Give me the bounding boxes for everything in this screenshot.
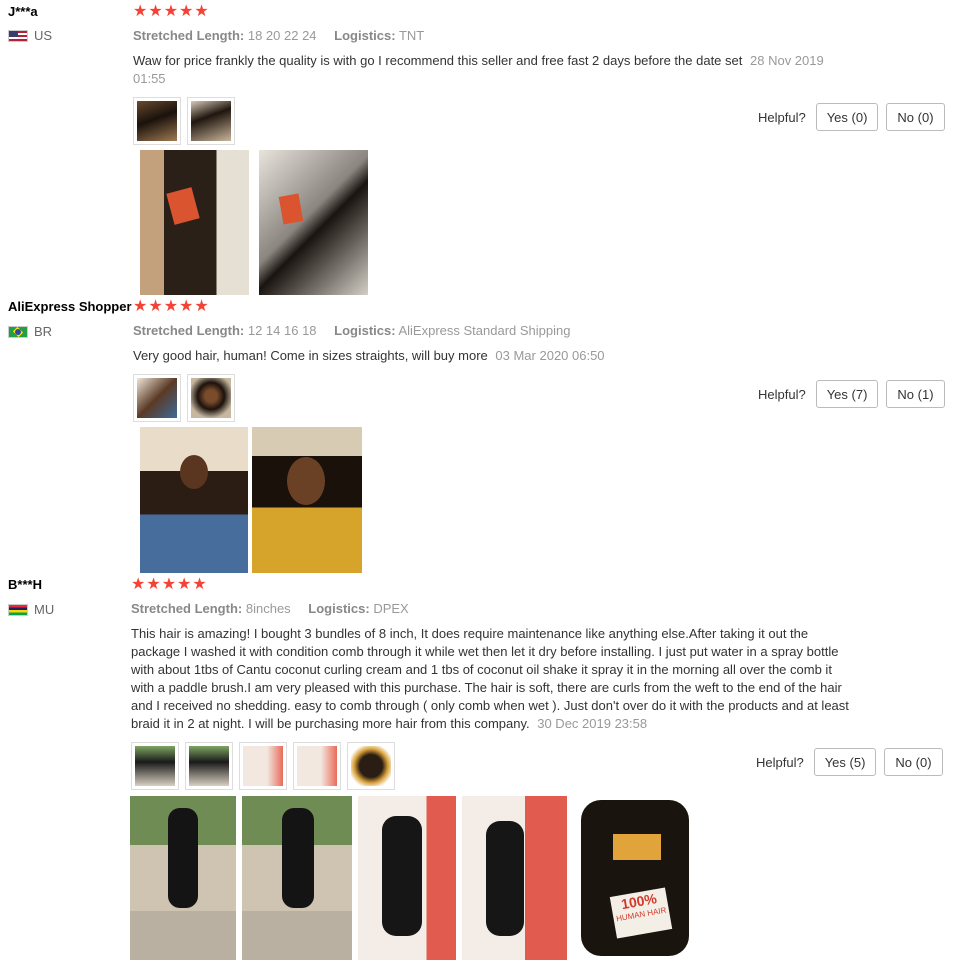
star-rating: ★ ★ ★ ★ ★ — [131, 577, 207, 593]
star-icon: ★ — [146, 576, 161, 593]
photo-thumbnail[interactable] — [133, 97, 181, 145]
stretched-length-label: Stretched Length: — [131, 601, 243, 616]
helpful-no-button[interactable]: No (0) — [886, 103, 945, 131]
helpful-label: Helpful? — [758, 109, 806, 125]
review-photo[interactable] — [140, 150, 249, 295]
star-icon: ★ — [179, 3, 194, 20]
photo-thumbnail[interactable] — [131, 742, 179, 790]
logistics-value: TNT — [398, 28, 425, 43]
feedback-body: This hair is amazing! I bought 3 bundles… — [131, 626, 849, 731]
star-icon: ★ — [133, 298, 148, 315]
review-photo[interactable]: 100% HUMAN HAIR — [573, 796, 697, 960]
review-photo[interactable] — [358, 796, 456, 960]
review-photo[interactable] — [140, 427, 248, 573]
review-text: Very good hair, human! Come in sizes str… — [133, 347, 853, 365]
photo-thumbnail[interactable] — [187, 97, 235, 145]
star-icon: ★ — [148, 298, 163, 315]
stretched-length-label: Stretched Length: — [133, 323, 245, 338]
review-photo[interactable] — [259, 150, 368, 295]
expanded-photos — [140, 150, 368, 295]
review-photo[interactable] — [462, 796, 567, 960]
mu-flag-icon — [8, 603, 28, 616]
logistics-label: Logistics: — [334, 28, 396, 43]
star-icon: ★ — [192, 576, 207, 593]
country-code: MU — [34, 602, 55, 617]
order-info: Stretched Length: 18 20 22 24 Logistics:… — [133, 28, 424, 43]
logistics-label: Logistics: — [308, 601, 370, 616]
logistics-value: AliExpress Standard Shipping — [398, 323, 571, 338]
photo-thumbnail[interactable] — [293, 742, 341, 790]
review-text: This hair is amazing! I bought 3 bundles… — [131, 625, 851, 733]
helpful-vote: Helpful? Yes (5) No (0) — [756, 748, 943, 776]
helpful-no-button[interactable]: No (1) — [886, 380, 945, 408]
logistics-label: Logistics: — [334, 323, 396, 338]
star-icon: ★ — [148, 3, 163, 20]
review-photo[interactable] — [252, 427, 362, 573]
helpful-vote: Helpful? Yes (7) No (1) — [758, 380, 945, 408]
thumbnail-strip — [131, 742, 395, 790]
star-icon: ★ — [161, 576, 177, 593]
stretched-length-label: Stretched Length: — [133, 28, 245, 43]
us-flag-icon — [8, 29, 28, 42]
helpful-label: Helpful? — [756, 754, 804, 770]
star-icon: ★ — [194, 3, 209, 20]
expanded-photos — [140, 427, 362, 573]
reviewer-country: US — [8, 28, 52, 43]
photo-thumbnail[interactable] — [239, 742, 287, 790]
reviewer-name: AliExpress Shopper — [8, 299, 132, 314]
star-icon: ★ — [133, 3, 148, 20]
star-icon: ★ — [163, 298, 179, 315]
helpful-label: Helpful? — [758, 386, 806, 402]
order-info: Stretched Length: 12 14 16 18 Logistics:… — [133, 323, 570, 338]
reviewer-country: BR — [8, 324, 52, 339]
country-code: BR — [34, 324, 53, 339]
stretched-length-value: 18 20 22 24 — [247, 28, 317, 43]
reviewer-country: MU — [8, 602, 54, 617]
order-info: Stretched Length: 8inches Logistics: DPE… — [131, 601, 409, 616]
review-date: 30 Dec 2019 23:58 — [537, 716, 648, 731]
feedback-body: Very good hair, human! Come in sizes str… — [133, 348, 488, 363]
photo-thumbnail[interactable] — [347, 742, 395, 790]
country-code: US — [34, 28, 53, 43]
photo-thumbnail[interactable] — [133, 374, 181, 422]
helpful-vote: Helpful? Yes (0) No (0) — [758, 103, 945, 131]
helpful-yes-button[interactable]: Yes (0) — [815, 103, 879, 131]
star-icon: ★ — [163, 3, 179, 20]
stretched-length-value: 8inches — [245, 601, 291, 616]
br-flag-icon — [8, 325, 28, 338]
photo-thumbnail[interactable] — [185, 742, 233, 790]
review-photo[interactable] — [242, 796, 352, 960]
star-icon: ★ — [131, 576, 146, 593]
thumbnail-strip — [133, 374, 235, 422]
thumbnail-strip — [133, 97, 235, 145]
helpful-no-button[interactable]: No (0) — [884, 748, 943, 776]
star-icon: ★ — [179, 298, 194, 315]
helpful-yes-button[interactable]: Yes (5) — [813, 748, 877, 776]
logistics-value: DPEX — [373, 601, 409, 616]
reviewer-name: B***H — [8, 577, 42, 592]
star-rating: ★ ★ ★ ★ ★ — [133, 4, 209, 20]
review-photo[interactable] — [130, 796, 236, 960]
star-icon: ★ — [194, 298, 209, 315]
feedback-body: Waw for price frankly the quality is wit… — [133, 53, 743, 68]
star-icon: ★ — [177, 576, 192, 593]
review-date: 03 Mar 2020 06:50 — [495, 348, 605, 363]
reviewer-name: J***a — [8, 4, 38, 19]
photo-thumbnail[interactable] — [187, 374, 235, 422]
star-rating: ★ ★ ★ ★ ★ — [133, 299, 209, 315]
stretched-length-value: 12 14 16 18 — [247, 323, 317, 338]
expanded-photos: 100% HUMAN HAIR — [130, 796, 697, 960]
review-text: Waw for price frankly the quality is wit… — [133, 52, 833, 88]
helpful-yes-button[interactable]: Yes (7) — [815, 380, 879, 408]
